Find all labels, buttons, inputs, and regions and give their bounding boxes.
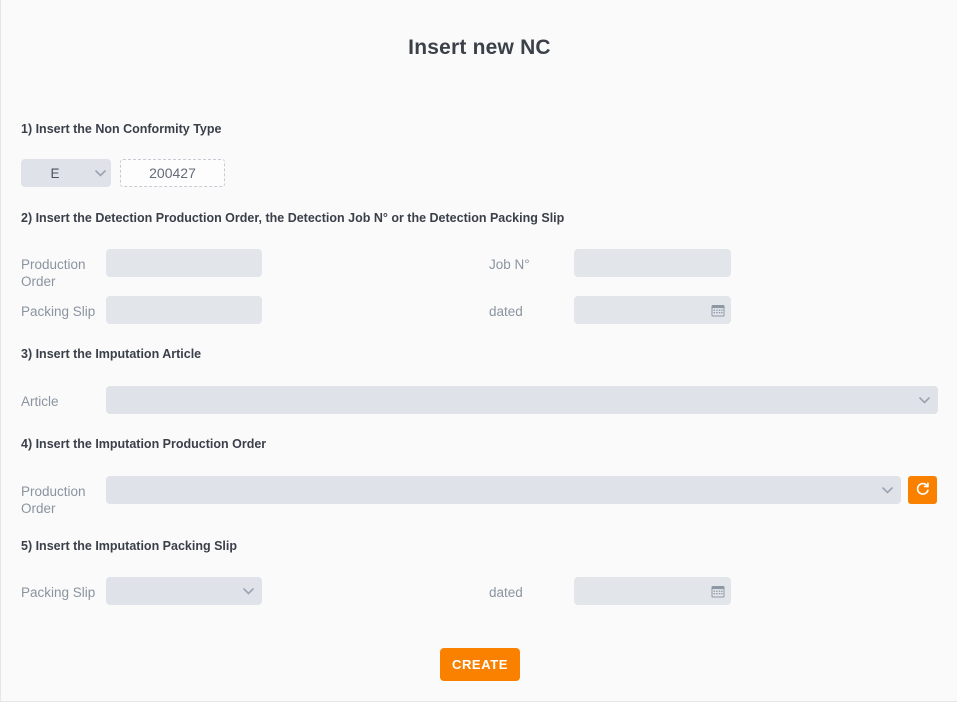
imputation-dated-input[interactable] (574, 577, 731, 605)
chevron-down-icon (89, 169, 111, 177)
imputation-production-order-select[interactable] (106, 476, 901, 504)
label-imputation-dated: dated (489, 585, 523, 600)
page-title: Insert new NC (408, 36, 551, 59)
insert-nc-form-page: Insert new NC 1) Insert the Non Conformi… (0, 0, 957, 702)
detection-packing-slip-input[interactable] (106, 296, 262, 324)
non-conformity-type-select[interactable]: E (21, 159, 111, 187)
detection-dated-input[interactable] (574, 296, 731, 324)
section-heading-1: 1) Insert the Non Conformity Type (21, 122, 222, 136)
refresh-production-order-button[interactable] (908, 476, 937, 504)
detection-production-order-input[interactable] (106, 249, 262, 277)
non-conformity-type-value: E (50, 165, 60, 181)
label-detection-job-number: Job N° (489, 257, 530, 272)
imputation-article-select[interactable] (106, 386, 938, 414)
chevron-down-icon (873, 486, 901, 494)
chevron-down-icon (234, 587, 262, 595)
imputation-packing-slip-select[interactable] (106, 577, 262, 605)
section-heading-5: 5) Insert the Imputation Packing Slip (21, 539, 238, 553)
calendar-icon[interactable] (710, 302, 726, 318)
calendar-icon[interactable] (710, 583, 726, 599)
label-imputation-packing-slip: Packing Slip (21, 585, 96, 600)
refresh-icon (916, 481, 930, 499)
nc-number-field[interactable]: 200427 (120, 159, 225, 187)
create-button[interactable]: CREATE (440, 648, 520, 681)
label-imputation-article: Article (21, 394, 59, 409)
section-heading-2: 2) Insert the Detection Production Order… (21, 211, 565, 225)
label-detection-dated: dated (489, 304, 523, 319)
chevron-down-icon (910, 396, 938, 404)
detection-job-number-input[interactable] (574, 249, 731, 277)
label-imputation-production-order: Production Order (21, 484, 86, 516)
label-detection-production-order: Production Order (21, 257, 86, 289)
section-heading-4: 4) Insert the Imputation Production Orde… (21, 437, 267, 451)
label-detection-packing-slip: Packing Slip (21, 304, 96, 319)
section-heading-3: 3) Insert the Imputation Article (21, 347, 202, 361)
